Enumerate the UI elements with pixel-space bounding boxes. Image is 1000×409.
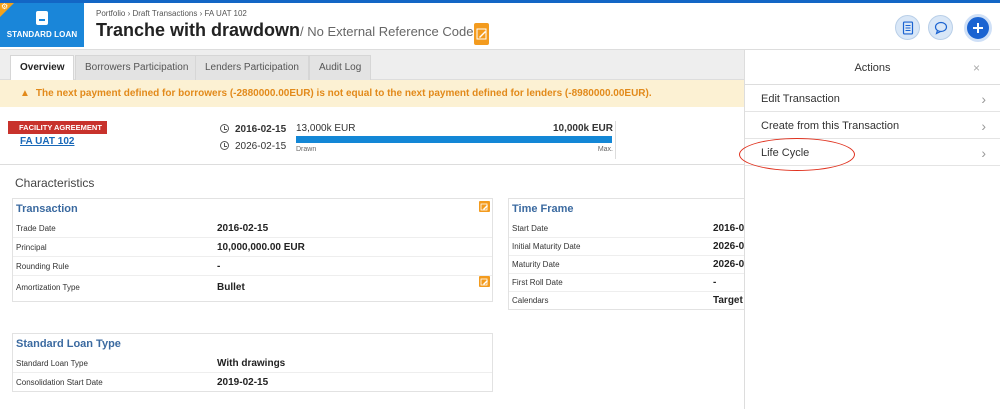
- row-value: 2026-0: [713, 259, 745, 270]
- app-window: ⚙ STANDARD LOAN Portfolio › Draft Transa…: [0, 0, 1000, 409]
- plus-icon: [973, 23, 983, 33]
- drawn-progress: 13,000k EUR 10,000k EUR Drawn Max.: [294, 121, 616, 159]
- transaction-title: Transaction: [16, 203, 78, 215]
- warning-text: The next payment defined for borrowers (…: [35, 88, 652, 99]
- standard-loan-type-title: Standard Loan Type: [16, 338, 121, 350]
- document-icon: [902, 21, 913, 34]
- chevron-right-icon: ›: [981, 118, 986, 134]
- facility-link[interactable]: FA UAT 102: [20, 136, 74, 147]
- standard-loan-type-panel: Standard Loan Type Standard Loan Type Wit…: [12, 333, 493, 392]
- action-label: Edit Transaction: [761, 93, 840, 105]
- characteristics-title: Characteristics: [15, 176, 95, 190]
- row-key: Consolidation Start Date: [16, 378, 103, 387]
- row-key: Principal: [16, 243, 47, 252]
- drawn-amount: 13,000k EUR: [296, 123, 356, 134]
- warning-banner: ▲ The next payment defined for borrowers …: [0, 80, 745, 107]
- add-button[interactable]: [964, 14, 992, 42]
- transaction-panel: Transaction Trade Date 2016-02-15 Princip…: [12, 198, 493, 302]
- pencil-icon: [476, 28, 487, 40]
- row-key: Calendars: [512, 296, 549, 305]
- page-title-main: Tranche with drawdown: [96, 20, 301, 40]
- pencil-icon: [480, 203, 488, 211]
- table-row: Maturity Date 2026-0: [509, 255, 745, 274]
- row-value: With drawings: [217, 358, 286, 369]
- edit-transaction-button[interactable]: [479, 201, 490, 212]
- row-key: First Roll Date: [512, 278, 563, 287]
- row-value: 2019-02-15: [217, 377, 269, 388]
- facility-ribbon: FACILITY AGREEMENT: [8, 121, 107, 134]
- clock-icon: [220, 124, 229, 133]
- max-amount: 10,000k EUR: [552, 123, 613, 134]
- life-cycle-highlight: [739, 138, 855, 171]
- end-date-value: 2026-02-15: [235, 141, 287, 152]
- row-key: Standard Loan Type: [16, 359, 88, 368]
- tab-overview[interactable]: Overview: [10, 55, 75, 80]
- row-key: Trade Date: [16, 224, 56, 233]
- breadcrumb[interactable]: Portfolio › Draft Transactions › FA UAT …: [96, 9, 247, 18]
- table-row: First Roll Date -: [509, 273, 745, 292]
- table-row: Principal 10,000,000.00 EUR: [13, 238, 492, 257]
- row-value: 2026-0: [713, 241, 745, 252]
- row-key: Start Date: [512, 224, 549, 233]
- document-icon: [36, 11, 48, 25]
- row-value: 10,000,000.00 EUR: [217, 242, 305, 253]
- table-row: Calendars Target: [509, 291, 745, 310]
- time-frame-title: Time Frame: [512, 203, 574, 215]
- row-value: 2016-0: [713, 223, 745, 234]
- row-value: Bullet: [217, 282, 245, 293]
- chevron-right-icon: ›: [981, 145, 986, 161]
- close-icon[interactable]: ×: [973, 61, 980, 75]
- row-key: Maturity Date: [512, 260, 560, 269]
- action-label: Create from this Transaction: [761, 120, 900, 132]
- action-edit-transaction[interactable]: Edit Transaction ›: [745, 85, 1000, 112]
- actions-title: Actions: [854, 62, 891, 74]
- table-row: Standard Loan Type With drawings: [13, 354, 492, 373]
- chevron-right-icon: ›: [981, 91, 986, 107]
- actions-header: Actions ×: [745, 50, 1000, 85]
- edit-title-button[interactable]: [474, 23, 489, 45]
- time-frame-panel: Time Frame Start Date 2016-0 Initial Matu…: [508, 198, 745, 310]
- row-key: Rounding Rule: [16, 262, 69, 271]
- comments-button[interactable]: [928, 15, 953, 40]
- chat-icon: [934, 21, 947, 34]
- row-value: -: [217, 261, 221, 272]
- document-button[interactable]: [895, 15, 920, 40]
- action-create-from-transaction[interactable]: Create from this Transaction ›: [745, 112, 1000, 139]
- page-title: Tranche with drawdown/ No External Refer…: [96, 20, 473, 41]
- progress-fill: [296, 136, 612, 143]
- tab-bar: Overview Borrowers Participation Lenders…: [0, 50, 745, 80]
- standard-loan-badge: ⚙ STANDARD LOAN: [0, 2, 84, 47]
- start-date-value: 2016-02-15: [235, 124, 287, 135]
- facility-end-date: 2026-02-15: [220, 141, 286, 152]
- table-row: Trade Date 2016-02-15: [13, 219, 492, 238]
- row-value: -: [713, 277, 717, 288]
- row-key: Amortization Type: [16, 283, 80, 292]
- drawn-label: Drawn: [296, 146, 317, 153]
- tab-borrowers-participation[interactable]: Borrowers Participation: [75, 55, 199, 80]
- gear-icon: ⚙: [1, 2, 9, 11]
- table-row: Initial Maturity Date 2026-0: [509, 237, 745, 256]
- max-label: Max.: [597, 146, 613, 153]
- table-row: Amortization Type Bullet: [13, 278, 492, 297]
- facility-start-date: 2016-02-15: [220, 124, 286, 135]
- header: ⚙ STANDARD LOAN Portfolio › Draft Transa…: [0, 2, 1000, 50]
- row-value: 2016-02-15: [217, 223, 269, 234]
- facility-strip: FACILITY AGREEMENT FA UAT 102 2016-02-15…: [0, 107, 745, 165]
- table-row: Consolidation Start Date 2019-02-15: [13, 373, 492, 392]
- badge-label: STANDARD LOAN: [6, 30, 78, 39]
- table-row: Rounding Rule -: [13, 257, 492, 276]
- row-value: Target: [713, 295, 743, 306]
- table-row: Start Date 2016-0: [509, 219, 745, 238]
- actions-sidebar: Actions × Edit Transaction › Create from …: [744, 50, 1000, 409]
- clock-icon: [220, 141, 229, 150]
- warning-icon: ▲: [20, 88, 30, 99]
- progress-track: [296, 136, 612, 143]
- tab-lenders-participation[interactable]: Lenders Participation: [195, 55, 309, 80]
- tab-audit-log[interactable]: Audit Log: [309, 55, 372, 80]
- row-key: Initial Maturity Date: [512, 242, 581, 251]
- page-title-ref: / No External Reference Code: [300, 24, 474, 39]
